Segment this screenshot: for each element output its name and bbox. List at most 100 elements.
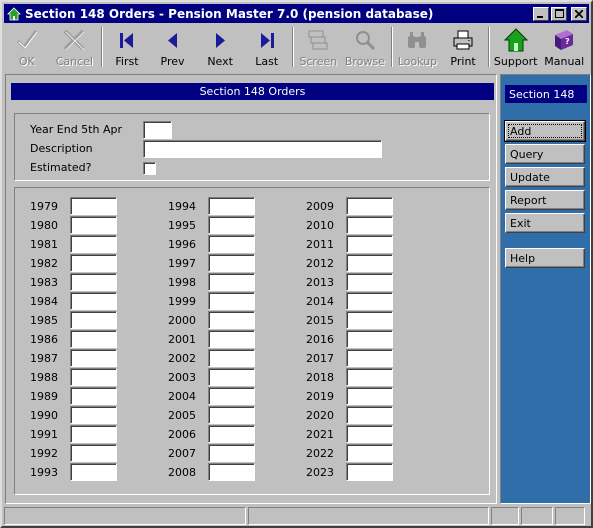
form-panel: Section 148 Orders Year End 5th Apr Desc… [5, 74, 497, 504]
next-label: Next [207, 55, 233, 68]
year-rate-field[interactable] [346, 387, 393, 405]
first-button[interactable]: First [105, 24, 149, 70]
update-button[interactable]: Update [505, 167, 585, 187]
maximize-button[interactable] [551, 6, 567, 21]
printer-icon [449, 26, 477, 54]
year-rate-field[interactable] [346, 311, 393, 329]
year-rate-field[interactable] [70, 368, 117, 386]
year-rate-field[interactable] [346, 330, 393, 348]
cancel-label: Cancel [55, 55, 93, 68]
year-end-label: Year End 5th Apr [30, 123, 122, 136]
ok-button[interactable]: OK [4, 24, 50, 70]
browse-label: Browse [344, 55, 385, 68]
status-pane-secondary [248, 507, 489, 525]
year-rate-field[interactable] [208, 387, 255, 405]
support-label: Support [493, 55, 538, 68]
year-label: 1982 [30, 257, 58, 270]
screen-button[interactable]: Screen [296, 24, 342, 70]
year-rate-field[interactable] [208, 330, 255, 348]
year-rate-field[interactable] [70, 311, 117, 329]
year-rate-field[interactable] [346, 406, 393, 424]
year-label: 1993 [30, 466, 58, 479]
title-bar[interactable]: Section 148 Orders - Pension Master 7.0 … [4, 4, 589, 23]
close-button[interactable] [571, 6, 587, 21]
year-rate-field[interactable] [70, 273, 117, 291]
year-rate-field[interactable] [208, 425, 255, 443]
screen-label: Screen [299, 55, 338, 68]
year-rate-field[interactable] [208, 197, 255, 215]
query-button[interactable]: Query [505, 144, 585, 164]
year-label: 2021 [306, 428, 334, 441]
prev-button[interactable]: Prev [149, 24, 197, 70]
minimize-icon [537, 15, 543, 18]
year-rate-field[interactable] [346, 216, 393, 234]
next-record-icon [206, 26, 234, 54]
cancel-button[interactable]: Cancel [50, 24, 100, 70]
year-rate-field[interactable] [208, 368, 255, 386]
year-rate-field[interactable] [208, 216, 255, 234]
last-button[interactable]: Last [244, 24, 290, 70]
year-rate-field[interactable] [70, 235, 117, 253]
print-button[interactable]: Print [440, 24, 486, 70]
year-end-field[interactable] [143, 121, 172, 139]
next-button[interactable]: Next [196, 24, 244, 70]
year-rate-field[interactable] [70, 254, 117, 272]
help-button[interactable]: Help [505, 248, 585, 268]
year-rate-field[interactable] [346, 197, 393, 215]
year-rate-field[interactable] [70, 216, 117, 234]
year-rate-field[interactable] [208, 292, 255, 310]
year-rate-field[interactable] [346, 368, 393, 386]
year-rate-field[interactable] [346, 235, 393, 253]
status-pane-indicator [521, 507, 553, 525]
year-rate-field[interactable] [70, 406, 117, 424]
year-label: 1998 [168, 276, 196, 289]
year-label: 2006 [168, 428, 196, 441]
year-rate-field[interactable] [346, 349, 393, 367]
year-rate-field[interactable] [208, 235, 255, 253]
year-rate-field[interactable] [346, 425, 393, 443]
year-label: 1984 [30, 295, 58, 308]
year-rate-field[interactable] [208, 273, 255, 291]
manual-button[interactable]: ? Manual [539, 24, 589, 70]
year-rate-field[interactable] [70, 463, 117, 481]
toolbar-separator [390, 27, 393, 67]
year-rate-field[interactable] [346, 292, 393, 310]
year-rate-field[interactable] [346, 273, 393, 291]
year-label: 2018 [306, 371, 334, 384]
year-rate-field[interactable] [70, 292, 117, 310]
description-field[interactable] [143, 140, 382, 158]
status-pane-main [4, 507, 246, 525]
year-rate-field[interactable] [70, 197, 117, 215]
year-rate-field[interactable] [346, 444, 393, 462]
exit-button[interactable]: Exit [505, 213, 585, 233]
year-label: 2017 [306, 352, 334, 365]
year-rate-field[interactable] [208, 311, 255, 329]
lookup-button[interactable]: Lookup [395, 24, 441, 70]
add-button[interactable]: Add [504, 120, 586, 142]
binoculars-icon [403, 26, 431, 54]
year-rate-field[interactable] [208, 349, 255, 367]
year-label: 2012 [306, 257, 334, 270]
support-button[interactable]: Support [492, 24, 540, 70]
year-rate-field[interactable] [208, 444, 255, 462]
year-label: 2001 [168, 333, 196, 346]
year-rate-field[interactable] [208, 254, 255, 272]
year-rate-field[interactable] [70, 444, 117, 462]
estimated-checkbox[interactable] [143, 162, 156, 175]
year-label: 2023 [306, 466, 334, 479]
year-rate-field[interactable] [70, 387, 117, 405]
year-rate-field[interactable] [70, 425, 117, 443]
year-label: 2014 [306, 295, 334, 308]
year-rate-field[interactable] [208, 406, 255, 424]
year-label: 2020 [306, 409, 334, 422]
year-rate-field[interactable] [346, 463, 393, 481]
year-rate-field[interactable] [346, 254, 393, 272]
year-rate-field[interactable] [208, 463, 255, 481]
report-button[interactable]: Report [505, 190, 585, 210]
year-label: 2005 [168, 409, 196, 422]
house-icon [6, 6, 22, 22]
browse-button[interactable]: Browse [341, 24, 389, 70]
minimize-button[interactable] [533, 6, 549, 21]
year-rate-field[interactable] [70, 330, 117, 348]
year-rate-field[interactable] [70, 349, 117, 367]
